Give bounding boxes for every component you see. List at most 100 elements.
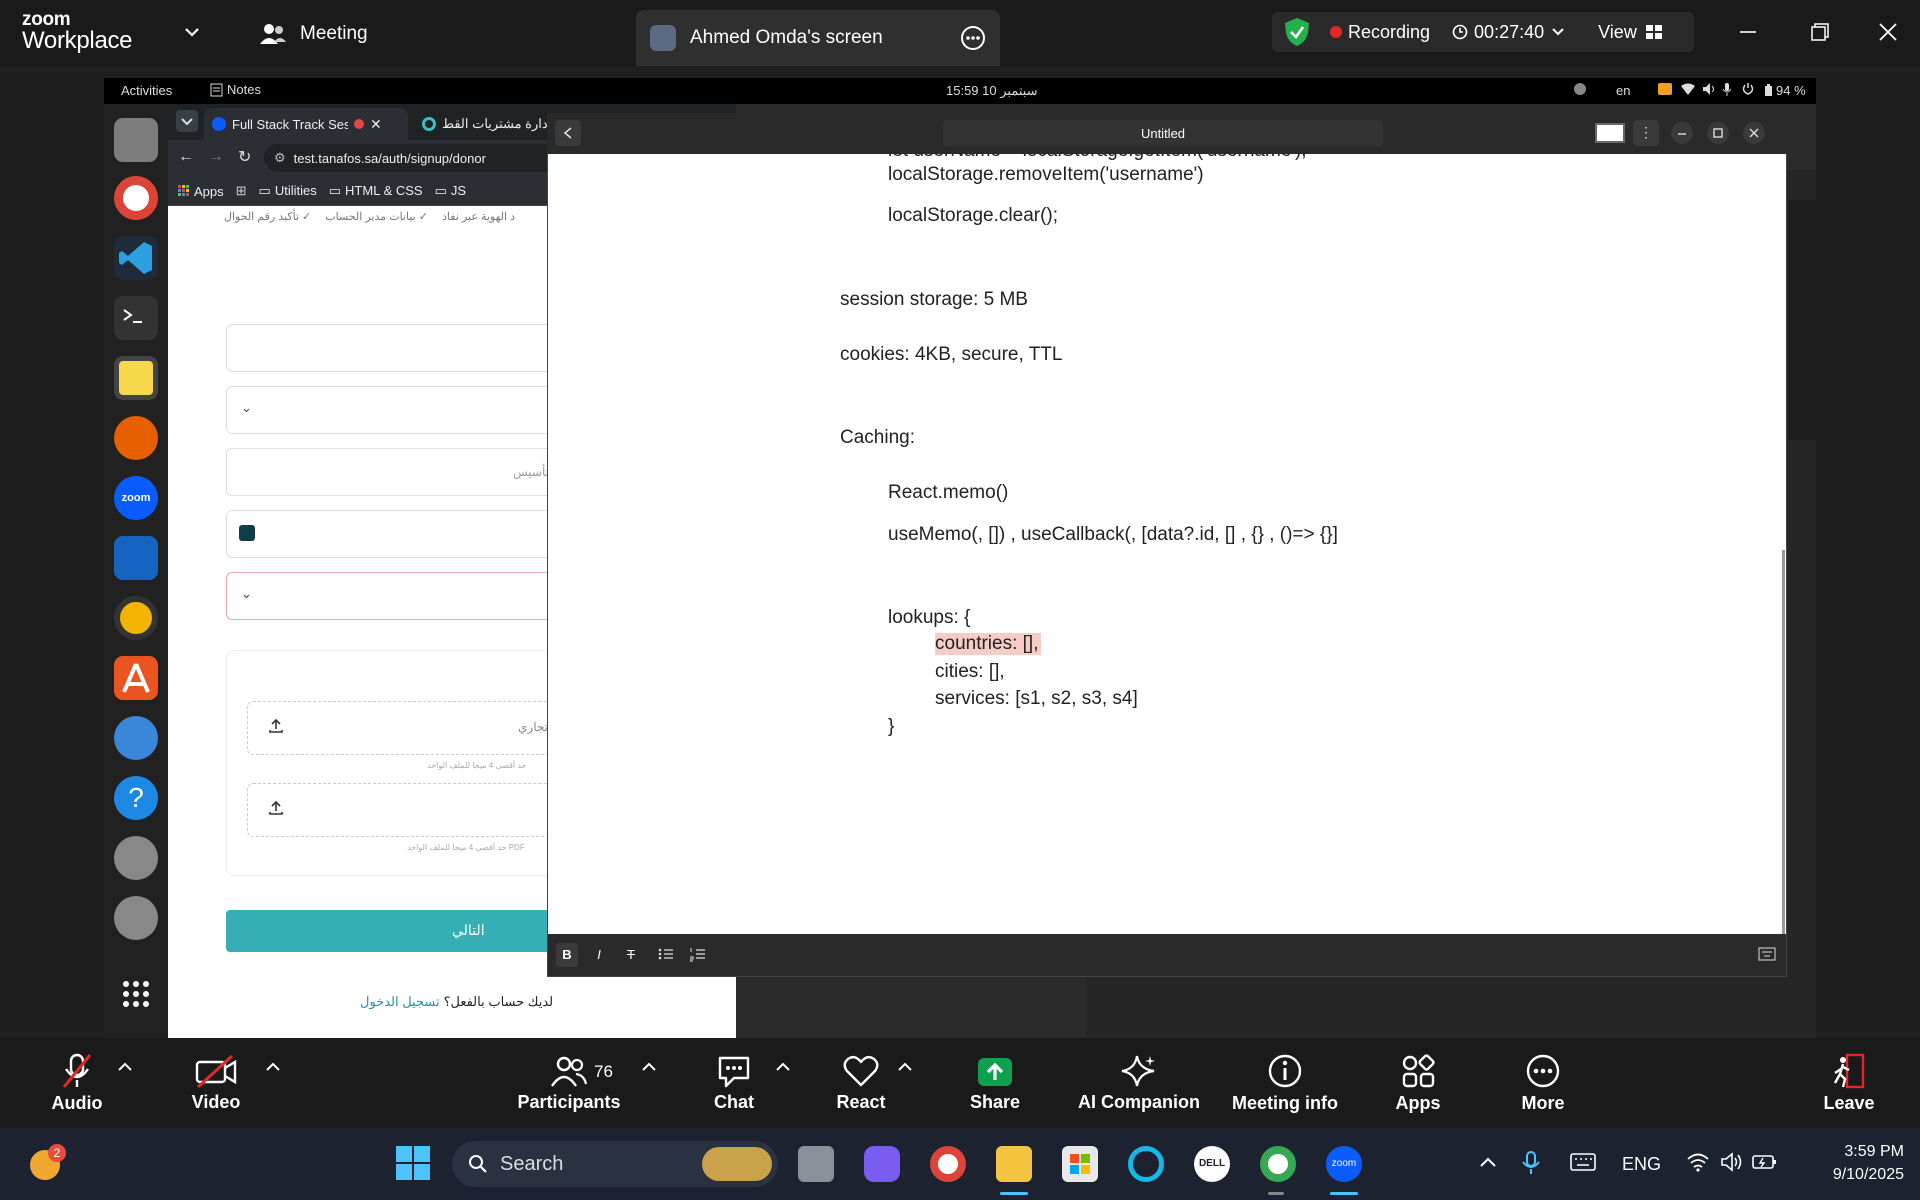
share-button[interactable]: Share [960, 1038, 1030, 1128]
terminal-icon[interactable] [114, 296, 158, 340]
firefox-icon[interactable] [114, 416, 158, 460]
bookmark-js[interactable]: ▭ JS [435, 183, 466, 199]
more-options-icon[interactable] [960, 25, 986, 51]
login-link[interactable]: تسجيل الدخول [360, 994, 440, 1010]
bullet-list-icon[interactable] [658, 946, 674, 962]
audio-button[interactable]: Audio [40, 1038, 114, 1128]
keyboard-lang[interactable]: en [1616, 83, 1630, 98]
tab-full-stack[interactable]: Full Stack Track Sessi ✕ [204, 108, 408, 140]
bookmark-apps[interactable]: Apps [178, 184, 224, 199]
sticky-notes-icon[interactable] [114, 356, 158, 400]
wifi-icon[interactable] [1686, 1152, 1710, 1172]
keyboard-icon[interactable] [1570, 1152, 1596, 1172]
notes-app-menu[interactable]: Notes [210, 82, 261, 97]
dell-icon[interactable]: DELL [1194, 1146, 1230, 1182]
copilot-icon[interactable] [864, 1146, 900, 1182]
participants-button[interactable]: Participants [514, 1038, 624, 1128]
scrollbar[interactable] [1782, 550, 1785, 934]
ai-companion-button[interactable]: AI Companion [1076, 1038, 1202, 1128]
disk-icon[interactable] [114, 836, 158, 880]
minimize-icon[interactable] [1734, 18, 1762, 46]
activities-button[interactable]: Activities [121, 83, 172, 98]
leave-button[interactable]: Leave [1814, 1038, 1884, 1128]
microphone-icon[interactable] [1520, 1150, 1544, 1176]
url-text: test.tanafos.sa/auth/signup/donor [293, 150, 486, 166]
taskbar-search[interactable]: Search [452, 1141, 778, 1187]
more-button[interactable]: More [1508, 1038, 1578, 1128]
chrome-icon[interactable] [114, 176, 158, 220]
vscode-icon[interactable] [114, 236, 158, 280]
files-icon[interactable] [114, 118, 158, 162]
chrome-profile-icon[interactable] [1260, 1146, 1296, 1182]
bold-button[interactable]: B [556, 943, 578, 967]
video-options-caret-icon[interactable] [264, 1060, 282, 1074]
battery-icon[interactable] [1752, 1152, 1778, 1172]
chat-button[interactable]: Chat [700, 1038, 768, 1128]
chevron-down-icon[interactable] [1550, 25, 1566, 39]
shared-screen-tab[interactable]: Ahmed Omda's screen [636, 10, 1000, 66]
file-explorer-icon[interactable] [996, 1146, 1032, 1182]
video-button[interactable]: Video [176, 1038, 256, 1128]
meeting-tab[interactable]: Meeting [258, 22, 368, 46]
chevron-down-icon: ⌄ [241, 586, 252, 601]
reload-icon[interactable]: ↻ [238, 147, 251, 167]
language-indicator[interactable]: ENG [1622, 1154, 1661, 1175]
apps-button[interactable]: Apps [1386, 1038, 1450, 1128]
react-button[interactable]: React [826, 1038, 896, 1128]
battery-indicator[interactable]: 94 % [1764, 83, 1806, 98]
back-icon[interactable]: ← [178, 148, 194, 166]
disk-icon-2[interactable] [114, 896, 158, 940]
zoom-app-icon[interactable]: zoom [114, 476, 158, 520]
chrome-icon[interactable] [930, 1146, 966, 1182]
weather-widget[interactable]: 2 [30, 1144, 68, 1182]
meeting-info-button[interactable]: Meeting info [1224, 1038, 1346, 1128]
software-center-icon[interactable] [114, 656, 158, 700]
numbered-list-icon[interactable] [690, 946, 706, 962]
windows-start-icon[interactable] [396, 1146, 430, 1180]
color-picker[interactable] [1595, 123, 1625, 143]
audio-options-caret-icon[interactable] [116, 1060, 134, 1074]
more-icon [1526, 1054, 1560, 1087]
help-icon[interactable]: ? [114, 776, 158, 820]
note-title[interactable]: Untitled [943, 120, 1383, 146]
close-tab-icon[interactable]: ✕ [370, 116, 382, 133]
format-toggle-icon[interactable] [1758, 946, 1776, 962]
alexa-icon[interactable] [1128, 1146, 1164, 1182]
view-button[interactable]: View [1598, 22, 1663, 43]
bookmark-html-css[interactable]: ▭ HTML & CSS [329, 183, 423, 199]
rhythmbox-icon[interactable] [114, 596, 158, 640]
taskbar-clock[interactable]: 3:59 PM 9/10/2025 [1804, 1140, 1904, 1186]
back-icon[interactable] [555, 120, 581, 146]
chevron-down-icon[interactable] [182, 24, 202, 40]
italic-button[interactable]: I [588, 943, 610, 967]
react-options-caret-icon[interactable] [896, 1060, 914, 1074]
chat-options-caret-icon[interactable] [774, 1060, 792, 1074]
zoom-taskbar-icon[interactable]: zoom [1326, 1146, 1362, 1182]
calendar-icon[interactable] [239, 525, 255, 541]
strikethrough-button[interactable]: T [620, 943, 642, 967]
close-icon[interactable] [1874, 18, 1902, 46]
chevron-up-icon[interactable] [1478, 1152, 1498, 1172]
grid-icon[interactable]: ⊞ [236, 183, 247, 199]
writer-icon[interactable] [114, 536, 158, 580]
thunderbird-icon[interactable] [114, 716, 158, 760]
volume-icon[interactable] [1720, 1152, 1744, 1172]
minimize-icon[interactable] [1671, 122, 1693, 144]
site-info-icon[interactable]: ⚙ [274, 150, 286, 166]
forward-icon[interactable]: → [208, 148, 224, 166]
menu-icon[interactable]: ⋮ [1633, 120, 1659, 146]
restore-icon[interactable] [1806, 18, 1834, 46]
show-apps-icon[interactable] [114, 972, 158, 1016]
tab-tanafos[interactable]: إدارة مشتريات القط [414, 108, 562, 140]
shield-icon[interactable] [1284, 17, 1310, 47]
maximize-icon[interactable] [1707, 122, 1729, 144]
recording-label[interactable]: Recording [1348, 22, 1430, 43]
participants-options-caret-icon[interactable] [640, 1060, 658, 1074]
note-content[interactable]: let userName = localStorage.getItem('use… [548, 154, 1786, 934]
close-icon[interactable] [1743, 122, 1765, 144]
bookmark-utilities[interactable]: ▭ Utilities [259, 183, 317, 199]
task-view-icon[interactable] [798, 1146, 834, 1182]
ubuntu-clock[interactable]: 15:59 10 سبتمبر [946, 83, 1038, 99]
store-icon[interactable] [1062, 1146, 1098, 1182]
tab-search-icon[interactable] [176, 110, 198, 132]
